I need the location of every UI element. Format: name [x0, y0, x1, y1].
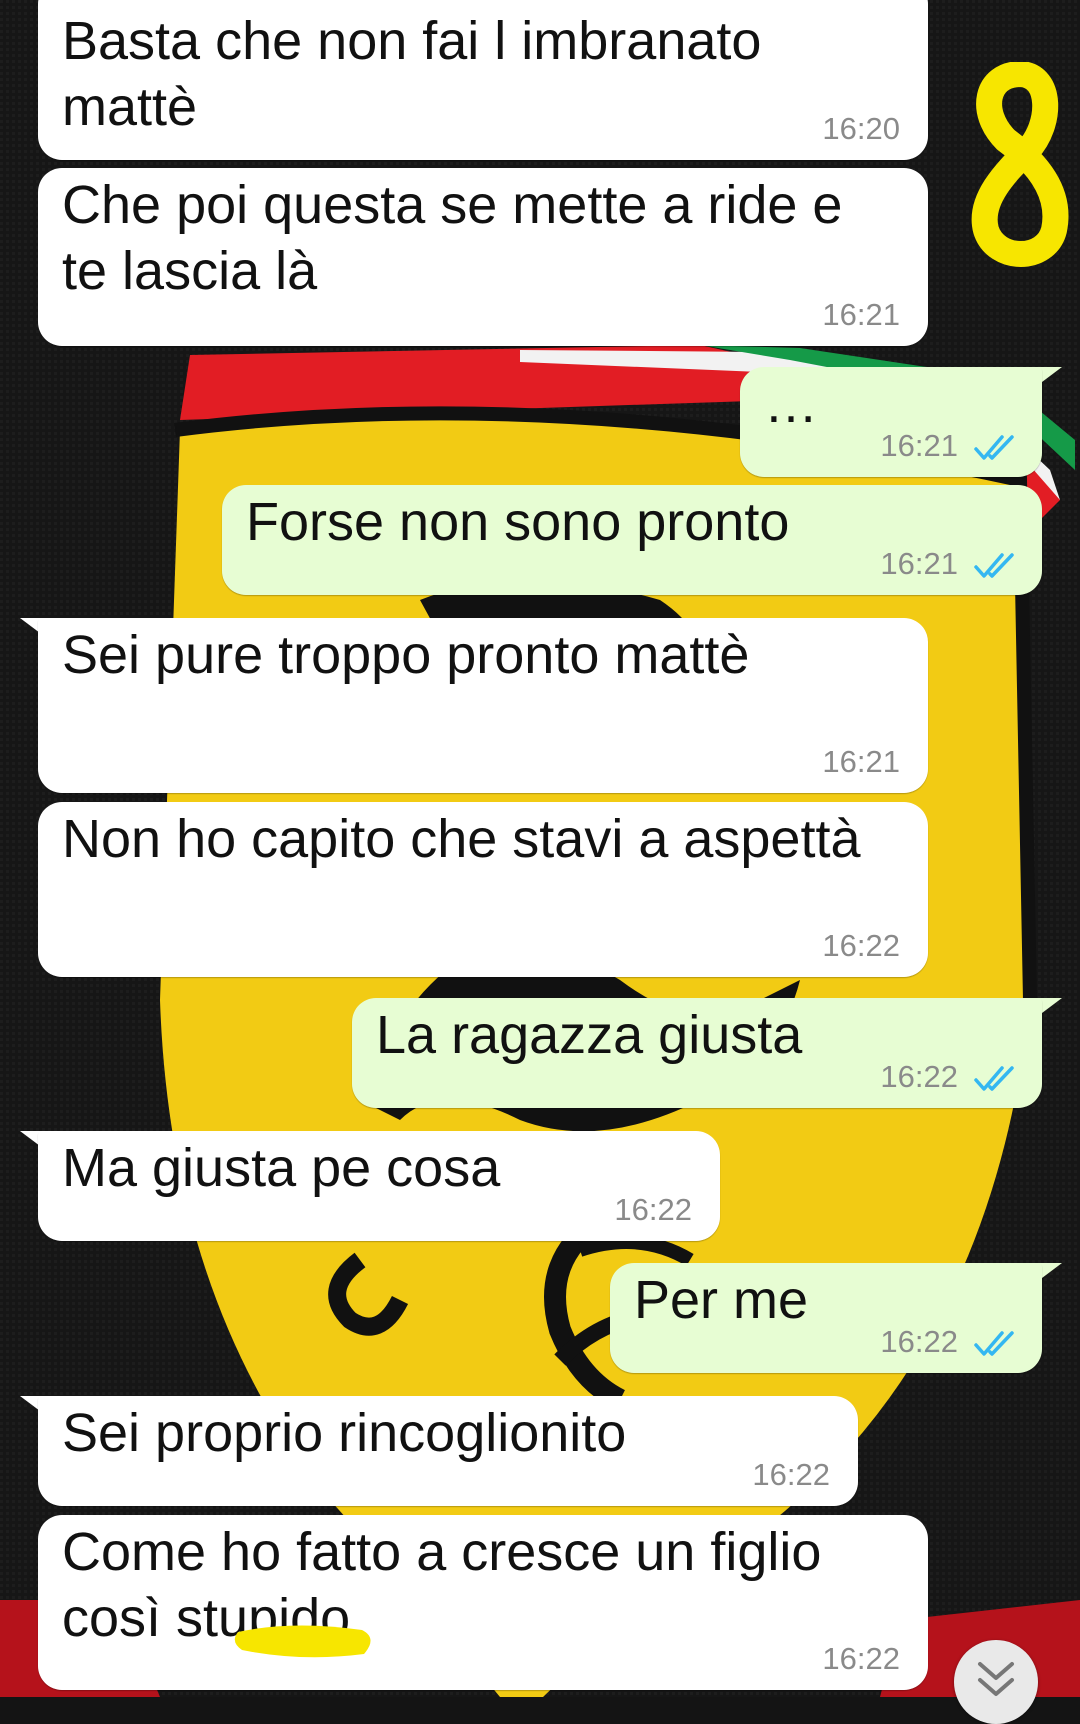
- read-ticks-icon: [974, 435, 1014, 460]
- message-timestamp: 16:21: [822, 744, 900, 779]
- annotation-number-eight: [971, 62, 1069, 267]
- message-timestamp: 16:22: [822, 1641, 900, 1676]
- message-text: Sei pure troppo pronto mattè: [62, 625, 750, 685]
- message-text: Come ho fatto a cresce un figlio così st…: [62, 1522, 822, 1648]
- message-timestamp: 16:21: [880, 428, 958, 463]
- incoming-message-bubble[interactable]: Che poi questa se mette a ride e te lasc…: [38, 168, 928, 346]
- incoming-message-bubble[interactable]: Non ho capito che stavi a aspettà 16:22: [38, 802, 928, 977]
- message-timestamp: 16:22: [880, 1324, 958, 1359]
- read-ticks-icon: [974, 1331, 1014, 1356]
- incoming-message-bubble[interactable]: Sei pure troppo pronto mattè 16:21: [38, 618, 928, 793]
- outgoing-message-bubble[interactable]: … 16:21: [740, 367, 1042, 477]
- message-timestamp: 16:21: [880, 546, 958, 581]
- incoming-message-bubble[interactable]: Sei proprio rincoglionito 16:22: [38, 1396, 858, 1506]
- message-timestamp: 16:20: [822, 111, 900, 146]
- message-text: Sei proprio rincoglionito: [62, 1403, 627, 1463]
- read-ticks-icon: [974, 553, 1014, 578]
- message-text: Ma giusta pe cosa: [62, 1138, 501, 1198]
- highlight-scribble: [234, 1625, 371, 1658]
- message-text: Che poi questa se mette a ride e te lasc…: [62, 175, 843, 301]
- incoming-message-bubble[interactable]: Basta che non fai l imbranato mattè 16:20: [38, 0, 928, 160]
- outgoing-message-bubble[interactable]: Forse non sono pronto 16:21: [222, 485, 1042, 595]
- incoming-message-bubble[interactable]: Ma giusta pe cosa 16:22: [38, 1131, 720, 1241]
- message-timestamp: 16:22: [880, 1059, 958, 1094]
- message-text: Per me: [634, 1270, 809, 1330]
- message-text: Basta che non fai l imbranato mattè: [62, 11, 762, 137]
- message-text: Non ho capito che stavi a aspettà: [62, 809, 861, 869]
- outgoing-message-bubble[interactable]: Per me 16:22: [610, 1263, 1042, 1373]
- message-timestamp: 16:22: [822, 928, 900, 963]
- chevron-double-down-icon: [978, 1662, 1014, 1696]
- message-timestamp: 16:22: [614, 1192, 692, 1227]
- message-timestamp: 16:22: [752, 1457, 830, 1492]
- incoming-message-bubble[interactable]: Come ho fatto a cresce un figlio così st…: [38, 1515, 928, 1690]
- outgoing-message-bubble[interactable]: La ragazza giusta 16:22: [352, 998, 1042, 1108]
- message-timestamp: 16:21: [822, 297, 900, 332]
- scroll-down-button[interactable]: [954, 1640, 1038, 1724]
- read-ticks-icon: [974, 1066, 1014, 1091]
